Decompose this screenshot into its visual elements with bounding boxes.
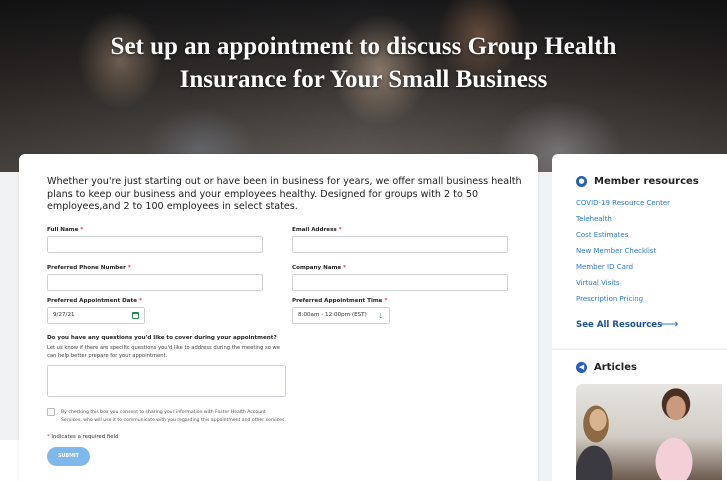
date-value: 9/27/21 — [53, 312, 75, 318]
resource-link-covid[interactable]: COVID-19 Resource Center — [576, 199, 670, 207]
email-field[interactable] — [292, 236, 508, 253]
member-resources-panel: ● Member resources COVID-19 Resource Cen… — [552, 154, 727, 348]
megaphone-icon: ◀ — [576, 362, 587, 373]
member-resources-title: Member resources — [594, 176, 699, 187]
resource-link-new-member-checklist[interactable]: New Member Checklist — [576, 247, 656, 255]
consent-text: By checking this box you consent to shar… — [61, 410, 286, 423]
resource-link-prescription-pricing[interactable]: Prescription Pricing — [576, 295, 643, 303]
date-field[interactable]: 9/27/21 — [47, 307, 145, 324]
company-label: Company Name * — [292, 265, 347, 271]
see-all-resources-link[interactable]: See All Resources — [576, 320, 662, 330]
email-label: Email Address * — [292, 227, 342, 233]
full-name-field[interactable] — [47, 236, 263, 253]
person-circle-icon: ● — [576, 176, 587, 187]
form-intro: Whether you're just starting out or have… — [47, 176, 522, 212]
company-field[interactable] — [292, 274, 508, 291]
time-value: 8:00am - 12:00pm (EST) — [298, 312, 367, 318]
date-label: Preferred Appointment Date * — [47, 298, 142, 304]
resource-link-cost-estimates[interactable]: Cost Estimates — [576, 231, 628, 239]
calendar-icon[interactable] — [132, 312, 139, 319]
consent-checkbox[interactable] — [47, 408, 55, 416]
page-background — [0, 440, 19, 481]
required-note: * Indicates a required field — [47, 434, 119, 440]
questions-textarea[interactable] — [47, 365, 286, 397]
arrow-right-icon[interactable]: ⟶ — [660, 317, 679, 331]
articles-panel: ◀ Articles — [552, 350, 727, 481]
phone-field[interactable] — [47, 274, 263, 291]
article-image[interactable] — [576, 384, 722, 480]
questions-label: Do you have any questions you'd like to … — [47, 335, 277, 341]
hero-banner: Set up an appointment to discuss Group H… — [0, 0, 727, 172]
articles-title: Articles — [594, 362, 637, 373]
submit-button[interactable]: SUBMIT — [47, 447, 90, 466]
arrow-down-icon: ↓ — [378, 310, 384, 320]
time-select[interactable]: 8:00am - 12:00pm (EST) ↓ — [292, 307, 390, 324]
appointment-form: Whether you're just starting out or have… — [19, 154, 538, 481]
time-label: Preferred Appointment Time * — [292, 298, 388, 304]
resource-link-member-id-card[interactable]: Member ID Card — [576, 263, 633, 271]
questions-help-text: Let us know if there are specific questi… — [47, 345, 280, 359]
full-name-label: Full Name * — [47, 227, 84, 233]
hero-title: Set up an appointment to discuss Group H… — [110, 33, 617, 93]
phone-label: Preferred Phone Number * — [47, 265, 131, 271]
resource-link-telehealth[interactable]: Telehealth — [576, 215, 612, 223]
resource-link-virtual-visits[interactable]: Virtual Visits — [576, 279, 620, 287]
